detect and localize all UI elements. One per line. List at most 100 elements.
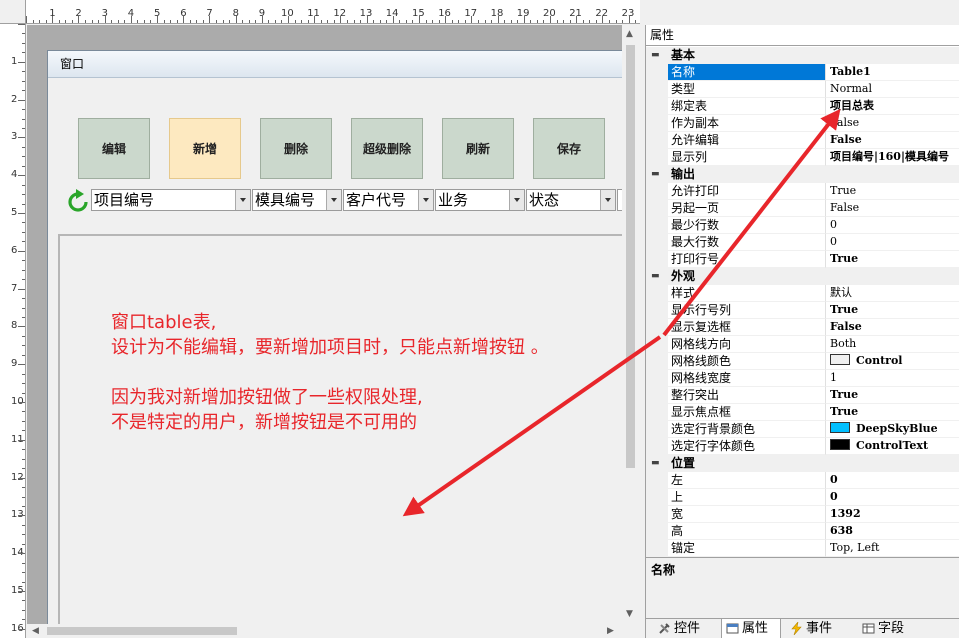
design-canvas[interactable]: 窗口 编辑 新增 删除 超级删除 刷新 保存 项目编号 模具编号 客户代号 业务… [27,25,622,624]
save-button[interactable]: 保存 [533,118,605,179]
property-value[interactable]: False [826,319,959,336]
property-value[interactable]: False [826,132,959,149]
property-name[interactable]: 最大行数 [668,234,826,251]
property-name[interactable]: 绑定表 [668,98,826,115]
scroll-thumb[interactable] [626,45,635,468]
property-value[interactable]: 1392 [826,506,959,523]
property-row[interactable]: 名称 Table1 [646,64,959,81]
property-value[interactable]: True [826,302,959,319]
business-combo[interactable]: 业务 [435,189,525,211]
property-row[interactable]: 样式 默认 [646,285,959,302]
refresh-icon[interactable] [65,189,91,215]
status-combo[interactable]: 状态 [526,189,616,211]
tab-events[interactable]: 事件 [786,619,848,638]
property-name[interactable]: 允许打印 [668,183,826,200]
property-name[interactable]: 宽 [668,506,826,523]
property-row[interactable]: 打印行号 True [646,251,959,268]
property-name[interactable]: 左 [668,472,826,489]
dropdown-arrow-icon[interactable] [600,190,615,210]
property-row[interactable]: 最大行数 0 [646,234,959,251]
property-name[interactable]: 整行突出 [668,387,826,404]
property-name[interactable]: 网格线方向 [668,336,826,353]
refresh-button[interactable]: 刷新 [442,118,514,179]
property-name[interactable]: 选定行字体颜色 [668,438,826,455]
property-value[interactable]: Table1 [826,64,959,81]
dropdown-arrow-icon[interactable] [418,190,433,210]
scroll-up-icon[interactable]: ▲ [626,29,633,39]
property-grid[interactable]: ▬ 基本 名称 Table1 类型 Normal 绑定表 项目总表 作为副本 False 允许编辑 F… [646,47,959,557]
property-value[interactable]: Control [826,353,959,370]
dropdown-arrow-icon[interactable] [326,190,341,210]
property-row[interactable]: 上0 [646,489,959,506]
scroll-left-icon[interactable]: ◀ [32,626,39,636]
property-row[interactable]: 显示行号列 True [646,302,959,319]
property-row[interactable]: 绑定表 项目总表 [646,98,959,115]
collapse-icon[interactable]: ▬ [651,268,660,285]
property-value[interactable]: 638 [826,523,959,540]
property-row[interactable]: 作为副本 False [646,115,959,132]
tab-fields[interactable]: 字段 [858,619,920,638]
property-row[interactable]: 网格线颜色 Control [646,353,959,370]
property-row[interactable]: 显示复选框 False [646,319,959,336]
property-row[interactable]: 显示列 项目编号|160|模具编号 [646,149,959,166]
property-value[interactable]: True [826,387,959,404]
property-row[interactable]: 允许打印 True [646,183,959,200]
property-name[interactable]: 样式 [668,285,826,302]
mold-number-combo[interactable]: 模具编号 [252,189,342,211]
customer-code-combo[interactable]: 客户代号 [343,189,434,211]
property-value[interactable]: 0 [826,217,959,234]
tab-properties[interactable]: 属性 [721,619,781,638]
collapse-icon[interactable]: ▬ [651,455,660,472]
property-name[interactable]: 另起一页 [668,200,826,217]
property-value[interactable]: 项目总表 [826,98,959,115]
canvas-horizontal-scrollbar[interactable]: ◀ ▶ [27,624,622,638]
property-row[interactable]: 最少行数 0 [646,217,959,234]
scroll-down-icon[interactable]: ▼ [626,609,633,619]
property-name[interactable]: 网格线宽度 [668,370,826,387]
add-button[interactable]: 新增 [169,118,241,179]
property-value[interactable]: 0 [826,489,959,506]
property-row[interactable]: 选定行背景颜色 DeepSkyBlue [646,421,959,438]
property-name[interactable]: 显示行号列 [668,302,826,319]
property-value[interactable]: True [826,404,959,421]
property-value[interactable]: 1 [826,370,959,387]
collapse-icon[interactable]: ▬ [651,166,660,183]
property-row[interactable]: 网格线宽度 1 [646,370,959,387]
property-name[interactable]: 打印行号 [668,251,826,268]
property-row[interactable]: 左0 [646,472,959,489]
property-category[interactable]: ▬ 外观 [646,268,959,285]
property-name[interactable]: 锚定 [668,540,826,557]
super-delete-button[interactable]: 超级删除 [351,118,423,179]
property-value[interactable]: DeepSkyBlue [826,421,959,438]
property-value[interactable]: True [826,251,959,268]
scroll-thumb[interactable] [47,627,237,635]
property-row[interactable]: 宽 1392 [646,506,959,523]
property-name[interactable]: 允许编辑 [668,132,826,149]
property-value[interactable]: Normal [826,81,959,98]
delete-button[interactable]: 删除 [260,118,332,179]
property-value[interactable]: False [826,200,959,217]
property-row[interactable]: 另起一页 False [646,200,959,217]
property-name[interactable]: 显示焦点框 [668,404,826,421]
property-name[interactable]: 作为副本 [668,115,826,132]
collapse-icon[interactable]: ▬ [651,47,660,64]
property-value[interactable]: 默认 [826,285,959,302]
dropdown-arrow-icon[interactable] [235,190,250,210]
property-value[interactable]: False [826,115,959,132]
property-name[interactable]: 显示复选框 [668,319,826,336]
property-name[interactable]: 最少行数 [668,217,826,234]
property-row[interactable]: 选定行字体颜色 ControlText [646,438,959,455]
property-row[interactable]: 类型 Normal [646,81,959,98]
property-row[interactable]: 显示焦点框 True [646,404,959,421]
property-row[interactable]: 高 638 [646,523,959,540]
property-name[interactable]: 上 [668,489,826,506]
property-name[interactable]: 名称 [668,64,826,81]
property-row[interactable]: 允许编辑 False [646,132,959,149]
property-category[interactable]: ▬ 位置 [646,455,959,472]
property-row[interactable]: 锚定 Top, Left [646,540,959,557]
canvas-vertical-scrollbar[interactable]: ▲ ▼ [622,25,639,624]
property-category[interactable]: ▬ 输出 [646,166,959,183]
property-value[interactable]: Both [826,336,959,353]
property-row[interactable]: 整行突出 True [646,387,959,404]
edit-button[interactable]: 编辑 [78,118,150,179]
